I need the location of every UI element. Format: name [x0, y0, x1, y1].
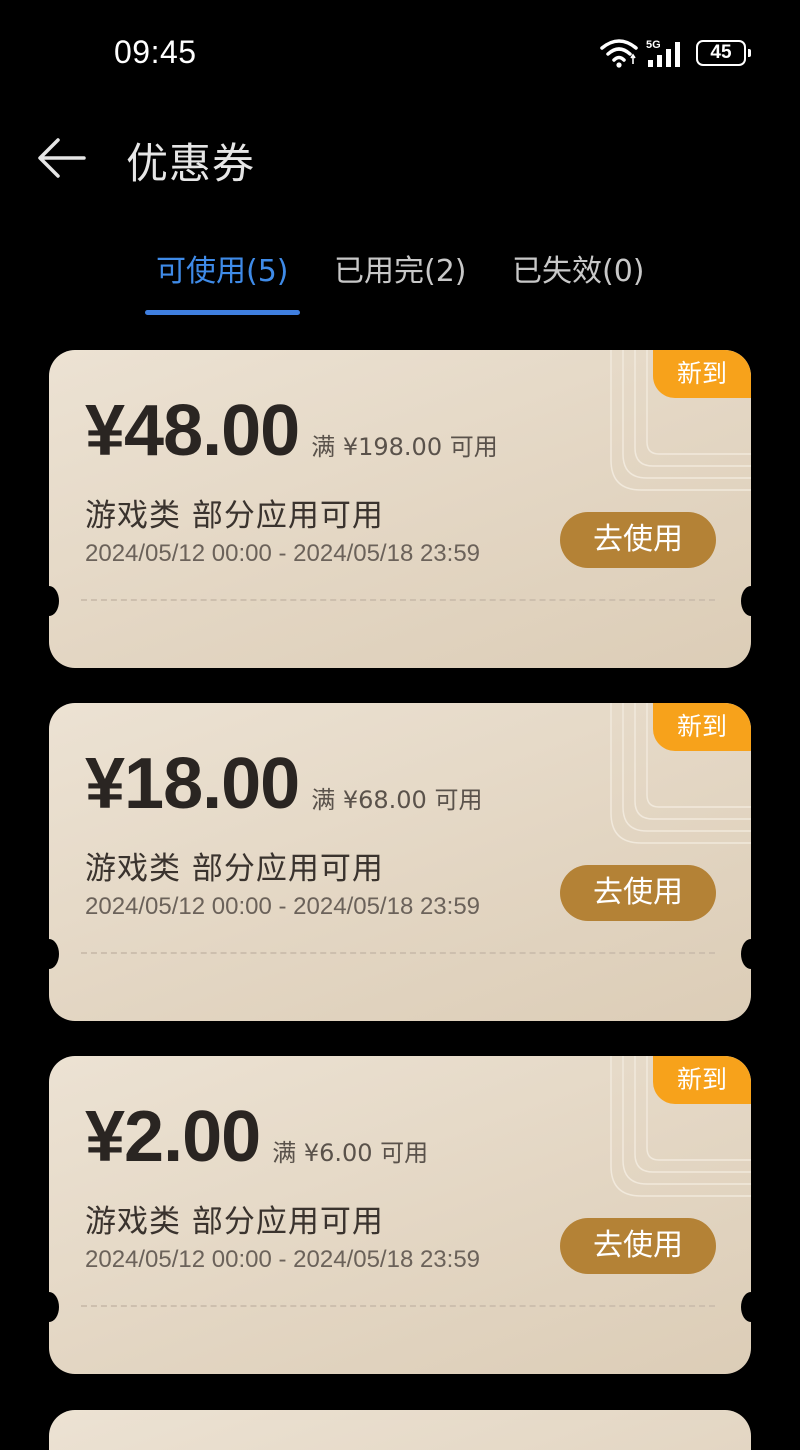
coupon-validity: 2024/05/12 00:00 - 2024/05/18 23:59 [85, 540, 481, 567]
coupon-validity: 2024/05/12 00:00 - 2024/05/18 23:59 [85, 893, 481, 920]
signal-5g-icon: 5G [646, 39, 680, 67]
card-divider [81, 952, 715, 954]
tab-used[interactable]: 已用完(2) [334, 246, 467, 290]
amount-row: ¥2.00 满 ¥6.00 可用 [85, 1096, 428, 1178]
arrow-left-icon [38, 138, 86, 178]
status-time: 09:45 [114, 34, 197, 70]
coupon-amount: ¥48.00 [85, 391, 300, 471]
use-coupon-button[interactable]: 去使用 [560, 512, 716, 568]
coupon-validity: 2024/05/12 00:00 - 2024/05/18 23:59 [85, 1246, 481, 1273]
coupon-amount: ¥2.00 [85, 1097, 261, 1177]
wifi-icon [600, 39, 638, 68]
coupon-amount: ¥18.00 [85, 744, 300, 824]
tab-expired[interactable]: 已失效(0) [512, 246, 645, 290]
status-icons: 5G 45 [600, 38, 751, 68]
card-notch-left [49, 939, 59, 969]
card-notch-left [49, 586, 59, 616]
new-badge: 新到 [653, 350, 751, 398]
use-coupon-button[interactable]: 去使用 [560, 865, 716, 921]
tab-indicator [145, 310, 300, 315]
card-divider [81, 599, 715, 601]
back-button[interactable] [36, 134, 88, 182]
coupon-condition: 满 ¥68.00 可用 [311, 786, 483, 814]
coupon-card[interactable]: 新到 ¥48.00 满 ¥198.00 可用 游戏类 部分应用可用 2024/0… [49, 350, 751, 668]
network-label: 5G [646, 39, 661, 51]
coupon-category: 游戏类 部分应用可用 [85, 1204, 384, 1240]
coupon-category: 游戏类 部分应用可用 [85, 498, 384, 534]
amount-row: ¥18.00 满 ¥68.00 可用 [85, 743, 482, 825]
coupon-card-partial[interactable] [49, 1410, 751, 1450]
battery-level: 45 [710, 42, 732, 63]
coupon-card[interactable]: 新到 ¥18.00 满 ¥68.00 可用 游戏类 部分应用可用 2024/05… [49, 703, 751, 1021]
use-coupon-button[interactable]: 去使用 [560, 1218, 716, 1274]
amount-row: ¥48.00 满 ¥198.00 可用 [85, 390, 498, 472]
app-header: 优惠券 [0, 120, 800, 200]
page-title: 优惠券 [126, 139, 256, 188]
card-divider [81, 1305, 715, 1307]
status-bar: 09:45 5G 45 [0, 0, 800, 110]
new-badge: 新到 [653, 1056, 751, 1104]
new-badge: 新到 [653, 703, 751, 751]
coupon-category: 游戏类 部分应用可用 [85, 851, 384, 887]
coupon-condition: 满 ¥6.00 可用 [272, 1139, 429, 1167]
coupon-condition: 满 ¥198.00 可用 [311, 433, 498, 461]
tab-bar: 可使用(5) 已用完(2) 已失效(0) [0, 238, 800, 318]
battery-icon: 45 [696, 40, 751, 66]
tab-available[interactable]: 可使用(5) [156, 246, 289, 290]
coupon-card[interactable]: 新到 ¥2.00 满 ¥6.00 可用 游戏类 部分应用可用 2024/05/1… [49, 1056, 751, 1374]
card-notch-left [49, 1292, 59, 1322]
